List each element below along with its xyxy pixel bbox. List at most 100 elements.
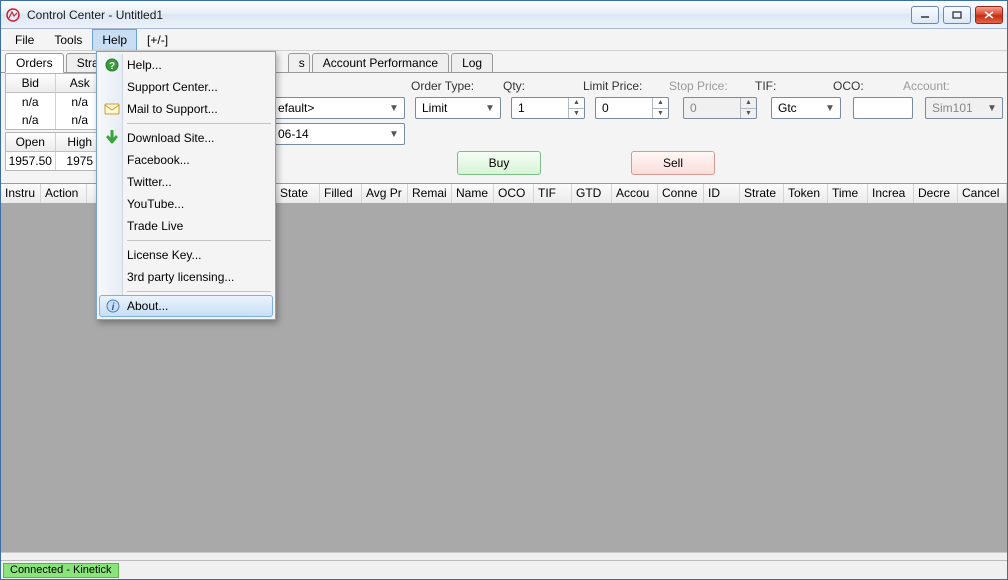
symbol-combo[interactable]: efault> ▼ bbox=[271, 97, 405, 119]
label-order-type: Order Type: bbox=[411, 79, 503, 93]
cell-value: n/a bbox=[6, 111, 56, 129]
svg-text:i: i bbox=[112, 302, 115, 313]
col-filled[interactable]: Filled bbox=[320, 184, 362, 203]
spin-up-icon[interactable]: ▲ bbox=[653, 98, 668, 109]
col-state[interactable]: State bbox=[276, 184, 320, 203]
col-increase[interactable]: Increa bbox=[868, 184, 914, 203]
chevron-down-icon: ▼ bbox=[386, 103, 402, 114]
tab-account-performance[interactable]: Account Performance bbox=[312, 53, 449, 72]
help-menu-item[interactable]: Support Center... bbox=[99, 76, 273, 98]
spin-down-icon: ▼ bbox=[741, 109, 756, 119]
col-open[interactable]: Open bbox=[6, 133, 56, 151]
oco-input[interactable] bbox=[853, 97, 913, 119]
close-button[interactable] bbox=[975, 6, 1003, 24]
title-bar: Control Center - Untitled1 bbox=[1, 1, 1007, 29]
mail-icon bbox=[103, 100, 121, 118]
account-value: Sim101 bbox=[932, 101, 973, 115]
menu-item-label: 3rd party licensing... bbox=[127, 270, 234, 284]
window-controls bbox=[911, 6, 1003, 24]
menu-separator bbox=[127, 123, 271, 124]
spin-up-icon: ▲ bbox=[741, 98, 756, 109]
status-bar: Connected - Kinetick bbox=[1, 560, 1007, 579]
help-menu-item[interactable]: 3rd party licensing... bbox=[99, 266, 273, 288]
minimize-button[interactable] bbox=[911, 6, 939, 24]
limit-price-spinner[interactable]: 0 ▲▼ bbox=[595, 97, 669, 119]
label-limit-price: Limit Price: bbox=[583, 79, 669, 93]
menu-item-label: YouTube... bbox=[127, 197, 184, 211]
tab-orders[interactable]: Orders bbox=[5, 53, 64, 73]
col-time[interactable]: Time bbox=[828, 184, 868, 203]
help-menu-item[interactable]: Mail to Support... bbox=[99, 98, 273, 120]
down-icon bbox=[103, 129, 121, 147]
help-menu-item[interactable]: Trade Live bbox=[99, 215, 273, 237]
help-menu-item[interactable]: ? Help... bbox=[99, 54, 273, 76]
price-panel: Bid Ask n/a n/a n/a n/a Open High bbox=[5, 73, 105, 171]
menu-item-label: License Key... bbox=[127, 248, 201, 262]
help-menu-item[interactable]: License Key... bbox=[99, 244, 273, 266]
menu-separator bbox=[127, 240, 271, 241]
col-decrease[interactable]: Decre bbox=[914, 184, 958, 203]
qty-spinner[interactable]: 1 ▲▼ bbox=[511, 97, 585, 119]
menu-tools[interactable]: Tools bbox=[44, 29, 92, 50]
qty-value: 1 bbox=[518, 101, 525, 115]
tab-log[interactable]: Log bbox=[451, 53, 493, 72]
limit-price-value: 0 bbox=[602, 101, 609, 115]
col-bid[interactable]: Bid bbox=[6, 74, 56, 92]
col-name[interactable]: Name bbox=[452, 184, 494, 203]
symbol-combo-value: efault> bbox=[278, 101, 314, 115]
help-menu-item[interactable]: iAbout... bbox=[99, 295, 273, 317]
col-id[interactable]: ID bbox=[704, 184, 740, 203]
tab-partial[interactable]: s bbox=[288, 53, 310, 72]
label-account: Account: bbox=[903, 79, 973, 93]
buy-button[interactable]: Buy bbox=[457, 151, 541, 175]
col-action[interactable]: Action bbox=[41, 184, 87, 203]
bid-ask-table: Bid Ask n/a n/a n/a n/a bbox=[5, 73, 105, 130]
cell-value: n/a bbox=[6, 93, 56, 111]
col-cancel[interactable]: Cancel bbox=[958, 184, 1007, 203]
col-tif[interactable]: TIF bbox=[534, 184, 572, 203]
col-avgpr[interactable]: Avg Pr bbox=[362, 184, 408, 203]
menu-item-label: Facebook... bbox=[127, 153, 190, 167]
label-oco: OCO: bbox=[833, 79, 903, 93]
help-menu-item[interactable]: YouTube... bbox=[99, 193, 273, 215]
help-menu-item[interactable]: Facebook... bbox=[99, 149, 273, 171]
col-gtd[interactable]: GTD bbox=[572, 184, 612, 203]
menu-item-label: Download Site... bbox=[127, 131, 214, 145]
menu-file[interactable]: File bbox=[5, 29, 44, 50]
label-stop-price: Stop Price: bbox=[669, 79, 755, 93]
menu-item-label: Help... bbox=[127, 58, 162, 72]
help-icon: ? bbox=[103, 56, 121, 74]
chevron-down-icon: ▼ bbox=[386, 129, 402, 140]
col-account[interactable]: Accou bbox=[612, 184, 658, 203]
spin-down-icon[interactable]: ▼ bbox=[569, 109, 584, 119]
col-connection[interactable]: Conne bbox=[658, 184, 704, 203]
maximize-button[interactable] bbox=[943, 6, 971, 24]
stop-price-spinner: 0 ▲▼ bbox=[683, 97, 757, 119]
account-combo: Sim101 ▼ bbox=[925, 97, 1003, 119]
help-menu-item[interactable]: Download Site... bbox=[99, 127, 273, 149]
col-remaining[interactable]: Remai bbox=[408, 184, 452, 203]
col-oco[interactable]: OCO bbox=[494, 184, 534, 203]
sell-button[interactable]: Sell bbox=[631, 151, 715, 175]
info-icon: i bbox=[104, 297, 122, 315]
stop-price-value: 0 bbox=[690, 101, 697, 115]
spin-down-icon[interactable]: ▼ bbox=[653, 109, 668, 119]
order-type-combo[interactable]: Limit ▼ bbox=[415, 97, 501, 119]
window-title: Control Center - Untitled1 bbox=[27, 8, 163, 22]
connection-status[interactable]: Connected - Kinetick bbox=[3, 563, 119, 578]
menu-item-label: Mail to Support... bbox=[127, 102, 218, 116]
expiry-combo-value: 06-14 bbox=[278, 127, 309, 141]
expiry-combo[interactable]: 06-14 ▼ bbox=[271, 123, 405, 145]
open-high-table: Open High 1957.50 1975 bbox=[5, 132, 105, 171]
menu-help[interactable]: Help bbox=[92, 29, 137, 50]
col-instrument[interactable]: Instru bbox=[1, 184, 41, 203]
col-strategy[interactable]: Strate bbox=[740, 184, 784, 203]
help-menu-item[interactable]: Twitter... bbox=[99, 171, 273, 193]
tif-combo[interactable]: Gtc ▼ bbox=[771, 97, 841, 119]
col-token[interactable]: Token bbox=[784, 184, 828, 203]
spin-up-icon[interactable]: ▲ bbox=[569, 98, 584, 109]
chevron-down-icon: ▼ bbox=[984, 103, 1000, 114]
menu-item-label: Trade Live bbox=[127, 219, 183, 233]
chevron-down-icon: ▼ bbox=[822, 103, 838, 114]
menu-plusminus[interactable]: [+/-] bbox=[137, 29, 178, 50]
